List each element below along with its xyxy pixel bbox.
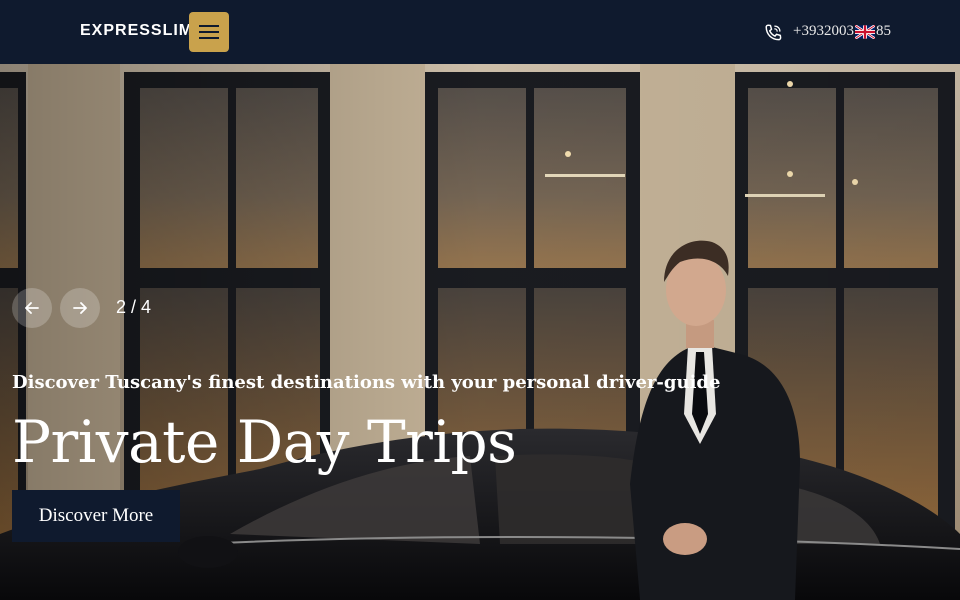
slider-next-button[interactable] (60, 288, 100, 328)
discover-more-button[interactable]: Discover More (12, 490, 180, 542)
slider-prev-button[interactable] (12, 288, 52, 328)
logo[interactable]: EXPRESSLIM (80, 22, 190, 42)
arrow-left-icon (25, 302, 39, 314)
hero-subtitle: Discover Tuscany's finest destinations w… (12, 372, 721, 393)
hamburger-icon (199, 25, 219, 39)
phone-contact[interactable]: +3932003 85 (762, 20, 902, 44)
phone-number[interactable]: +3932003 85 (793, 23, 891, 40)
arrow-right-icon (73, 302, 87, 314)
menu-button[interactable] (189, 12, 229, 52)
uk-flag-icon[interactable] (855, 25, 875, 39)
hero-slider: 2 / 4 Discover Tuscany's finest destinat… (0, 64, 960, 600)
phone-icon (765, 24, 782, 41)
site-header: EXPRESSLIM +3932003 85 (0, 0, 960, 64)
slide-counter: 2 / 4 (116, 297, 152, 317)
hero-title: Private Day Trips (12, 408, 517, 476)
